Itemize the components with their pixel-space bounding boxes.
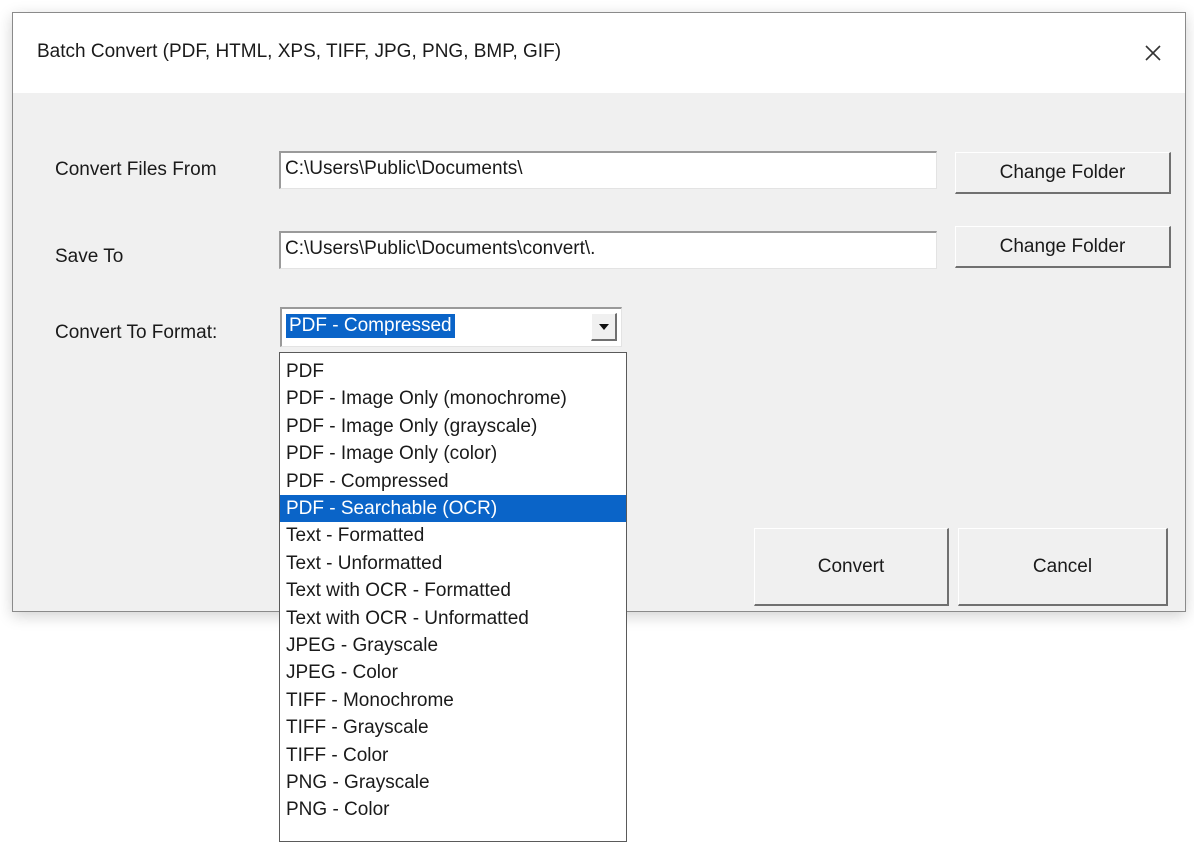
cancel-button[interactable]: Cancel	[958, 528, 1168, 606]
format-option[interactable]: Text with OCR - Formatted	[280, 577, 626, 604]
screen: Batch Convert (PDF, HTML, XPS, TIFF, JPG…	[0, 0, 1194, 842]
change-folder-from-button[interactable]: Change Folder	[955, 152, 1171, 194]
format-option[interactable]: TIFF - Monochrome	[280, 687, 626, 714]
format-option[interactable]: PNG - Color	[280, 796, 626, 823]
format-option[interactable]: PDF - Searchable (OCR)	[280, 495, 626, 522]
save-to-label: Save To	[55, 246, 124, 267]
format-option[interactable]: TIFF - Color	[280, 742, 626, 769]
chevron-down-icon[interactable]	[591, 313, 617, 341]
convert-from-field[interactable]: C:\Users\Public\Documents\	[279, 151, 937, 189]
convert-to-format-label: Convert To Format:	[55, 322, 218, 343]
dialog-title: Batch Convert (PDF, HTML, XPS, TIFF, JPG…	[37, 41, 562, 62]
convert-button[interactable]: Convert	[754, 528, 949, 606]
format-option[interactable]: TIFF - Grayscale	[280, 714, 626, 741]
format-option[interactable]: Text - Unformatted	[280, 550, 626, 577]
close-button[interactable]	[1135, 35, 1171, 71]
format-option[interactable]: PDF - Image Only (grayscale)	[280, 413, 626, 440]
format-option[interactable]: PDF - Image Only (monochrome)	[280, 385, 626, 412]
convert-from-label: Convert Files From	[55, 159, 217, 180]
format-option[interactable]: JPEG - Grayscale	[280, 632, 626, 659]
format-option[interactable]: Text with OCR - Unformatted	[280, 605, 626, 632]
format-option[interactable]: JPEG - Color	[280, 659, 626, 686]
format-option[interactable]: PNG - Grayscale	[280, 769, 626, 796]
title-bar: Batch Convert (PDF, HTML, XPS, TIFF, JPG…	[13, 13, 1185, 93]
format-option[interactable]: PDF	[280, 358, 626, 385]
save-to-field[interactable]: C:\Users\Public\Documents\convert\.	[279, 231, 937, 269]
format-dropdown-list: PDF PDF - Image Only (monochrome) PDF - Im…	[279, 352, 627, 842]
close-icon	[1145, 45, 1161, 61]
format-option[interactable]: PDF - Image Only (color)	[280, 440, 626, 467]
format-option[interactable]: Text - Formatted	[280, 522, 626, 549]
format-option[interactable]: PDF - Compressed	[280, 468, 626, 495]
format-select[interactable]: PDF - Compressed	[280, 307, 622, 347]
change-folder-save-button[interactable]: Change Folder	[955, 226, 1171, 268]
format-select-value: PDF - Compressed	[286, 314, 455, 338]
